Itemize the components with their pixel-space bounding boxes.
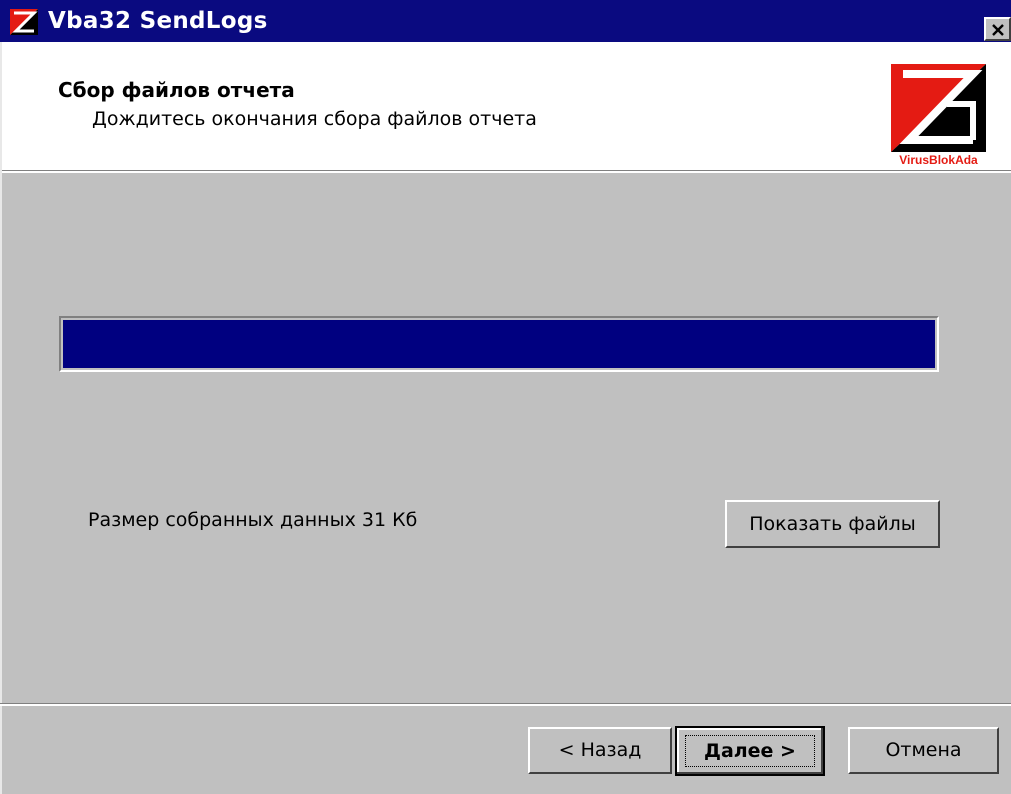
page-subtitle: Дождитесь окончания сбора файлов отчета: [92, 108, 537, 130]
next-button-label: Далее >: [704, 740, 796, 762]
back-button[interactable]: < Назад: [528, 727, 672, 774]
next-button[interactable]: Далее >: [675, 726, 825, 776]
virusblokada-logo: VirusBlokAda: [891, 64, 986, 167]
wizard-header: Сбор файлов отчета Дождитесь окончания с…: [0, 42, 1011, 170]
vba32-logo-icon: [10, 9, 38, 35]
data-size-label: Размер собранных данных 31 Кб: [88, 509, 418, 531]
close-button[interactable]: [984, 17, 1011, 41]
page-title: Сбор файлов отчета: [58, 78, 295, 102]
show-files-button[interactable]: Показать файлы: [725, 500, 940, 548]
window-title: Vba32 SendLogs: [48, 8, 268, 34]
close-icon: [991, 23, 1004, 36]
cancel-button[interactable]: Отмена: [848, 727, 999, 774]
progress-bar: [59, 316, 939, 372]
title-bar: Vba32 SendLogs: [0, 0, 1011, 42]
progress-fill: [63, 320, 935, 368]
logo-text: VirusBlokAda: [899, 153, 978, 167]
